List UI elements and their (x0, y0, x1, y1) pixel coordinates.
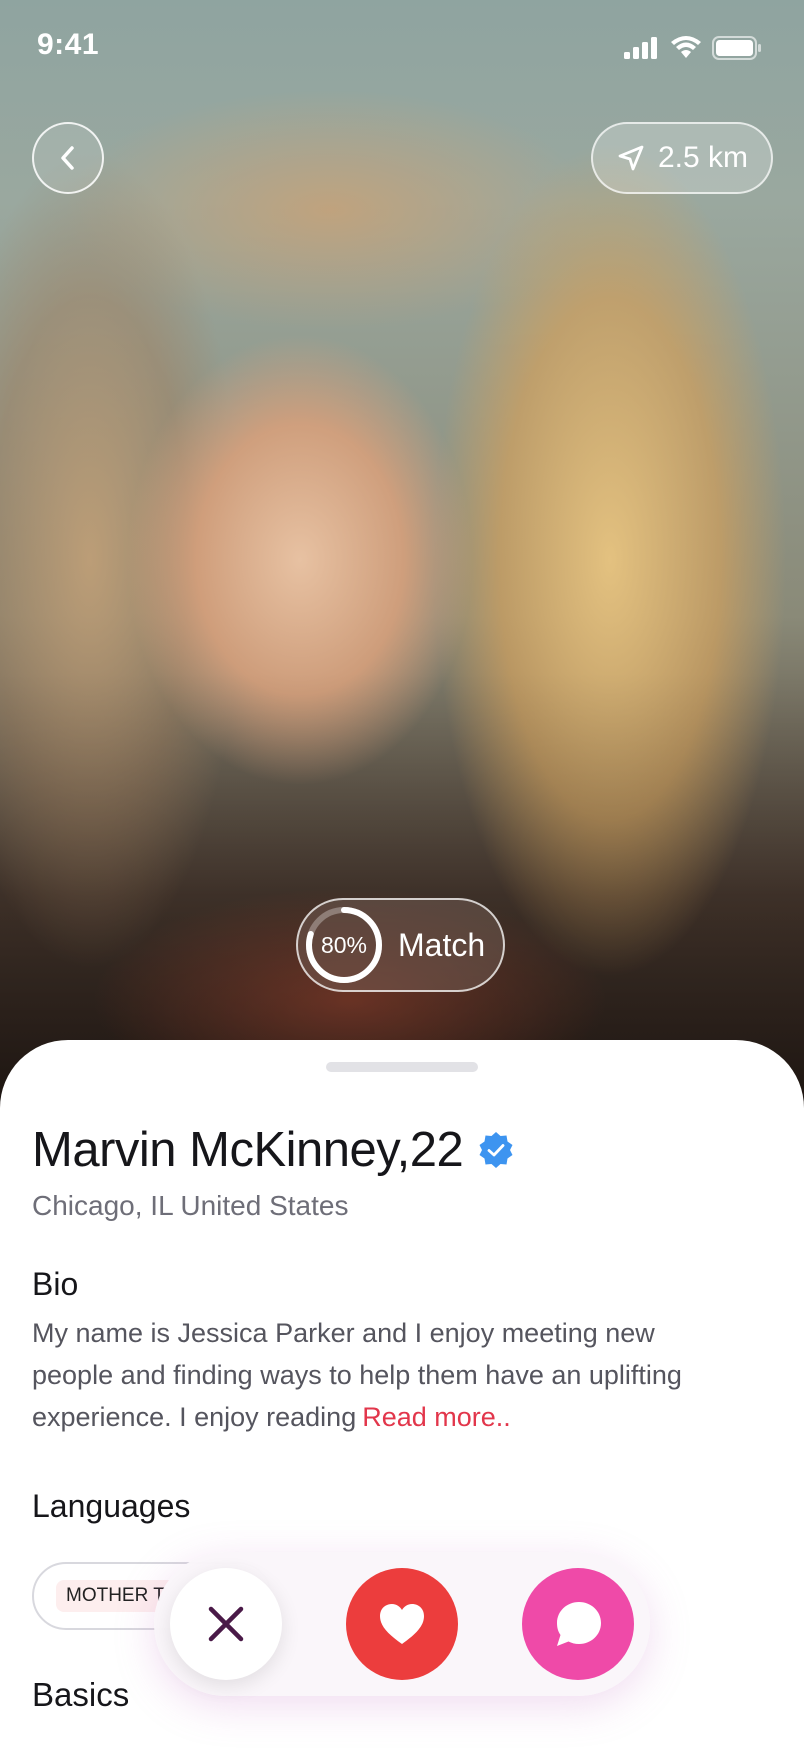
chevron-left-icon (61, 146, 74, 170)
match-progress-ring: 80% (304, 905, 384, 985)
verified-badge-icon (479, 1132, 513, 1168)
wifi-icon (671, 36, 701, 58)
match-label: Match (398, 926, 486, 963)
navigation-arrow-icon (618, 145, 644, 171)
bio-heading: Bio (32, 1266, 79, 1302)
dislike-button[interactable] (170, 1568, 282, 1680)
bio-body: My name is Jessica Parker and I enjoy me… (32, 1318, 682, 1432)
profile-name: Marvin McKinney,22 (32, 1123, 464, 1177)
close-icon (208, 1606, 244, 1642)
languages-heading: Languages (32, 1488, 191, 1524)
match-badge: 80% Match (296, 898, 505, 992)
read-more-link[interactable]: Read more.. (362, 1402, 511, 1432)
distance-badge: 2.5 km (591, 122, 773, 194)
basics-heading: Basics (32, 1676, 130, 1713)
name-row: Marvin McKinney,22 (32, 1122, 515, 1178)
profile-location: Chicago, IL United States (32, 1190, 349, 1221)
match-percent: 80% (320, 931, 368, 958)
status-time: 9:41 (37, 28, 100, 61)
back-button[interactable] (32, 122, 104, 194)
signal-icon (624, 37, 657, 59)
battery-icon (712, 36, 761, 60)
chat-button[interactable] (522, 1568, 634, 1680)
bio-text: My name is Jessica Parker and I enjoy me… (32, 1312, 732, 1438)
action-bar (154, 1552, 650, 1696)
heart-icon (380, 1604, 424, 1644)
like-button[interactable] (346, 1568, 458, 1680)
status-icons (624, 36, 762, 60)
distance-text: 2.5 km (657, 141, 749, 174)
sheet-handle[interactable] (326, 1062, 478, 1072)
chat-bubble-icon (557, 1602, 601, 1646)
